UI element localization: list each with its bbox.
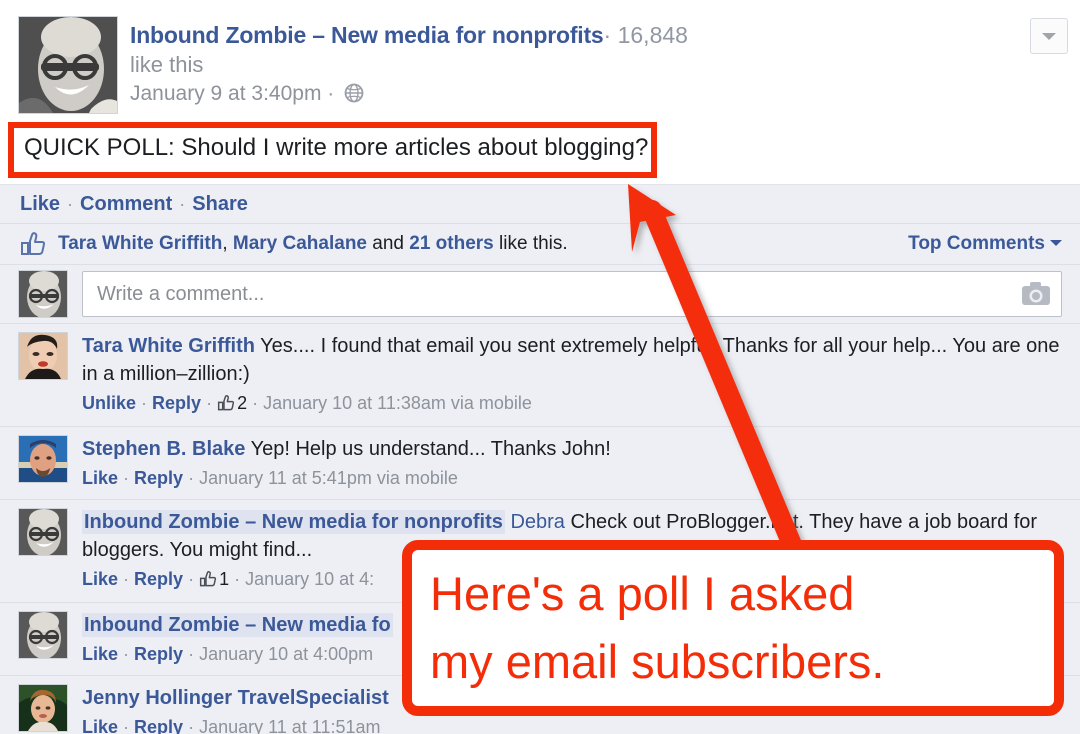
- comment-like-count: 1: [219, 569, 230, 589]
- comment-reply-button[interactable]: Reply: [134, 644, 183, 664]
- avatar[interactable]: [18, 684, 68, 732]
- comment-author-link[interactable]: Stephen B. Blake: [82, 438, 245, 460]
- callout-line-2: my email subscribers.: [430, 635, 885, 688]
- comment-like-button[interactable]: Unlike: [82, 393, 136, 413]
- comment-author-link[interactable]: Inbound Zombie – New media fo: [82, 613, 393, 637]
- comment-like-button[interactable]: Like: [82, 569, 118, 589]
- likes-suffix: like this.: [493, 233, 568, 254]
- profile-photo-image: [19, 17, 117, 113]
- avatar[interactable]: [18, 611, 68, 659]
- profile-photo-image: [19, 509, 67, 555]
- post-title-line: Inbound Zombie – New media for nonprofit…: [130, 20, 1000, 50]
- post-header: Inbound Zombie – New media for nonprofit…: [0, 0, 1080, 116]
- liker-name-2[interactable]: Mary Cahalane: [233, 233, 367, 254]
- comment-text: Tara White Griffith Yes.... I found that…: [82, 332, 1062, 388]
- comment-mention-link[interactable]: Debra: [510, 511, 564, 533]
- title-separator: ·: [603, 22, 612, 48]
- comment-body: Tara White Griffith Yes.... I found that…: [82, 332, 1062, 418]
- comment-reply-button[interactable]: Reply: [134, 717, 183, 734]
- comment-author-link[interactable]: Inbound Zombie – New media for nonprofit…: [82, 510, 505, 534]
- liker-comma: ,: [222, 233, 233, 254]
- comment-meta: Like · Reply · January 11 at 5:41pm via mobi…: [82, 468, 458, 488]
- post-options-button[interactable]: [1030, 18, 1068, 54]
- action-separator-2: ·: [179, 193, 186, 214]
- comment-reply-button[interactable]: Reply: [134, 468, 183, 488]
- comment-timestamp[interactable]: January 11 at 5:41pm via mobile: [199, 468, 458, 488]
- comment-meta: Like · Reply · January 11 at 11:51am: [82, 714, 1062, 734]
- comment-body: Stephen B. Blake Yep! Help us understand…: [82, 435, 1062, 491]
- comment-reply-button[interactable]: Reply: [134, 569, 183, 589]
- comment-item: Tara White Griffith Yes.... I found that…: [0, 323, 1080, 426]
- comment-like-count: 2: [237, 393, 248, 413]
- avatar[interactable]: [18, 332, 68, 380]
- avatar[interactable]: [18, 270, 68, 318]
- post-body-text: QUICK POLL: Should I write more articles…: [24, 134, 649, 161]
- post-timestamp-row: January 9 at 3:40pm ·: [130, 79, 1000, 112]
- page-name-link[interactable]: Inbound Zombie – New media for nonprofit…: [130, 22, 604, 48]
- comment-like-button[interactable]: Like: [82, 644, 118, 664]
- facebook-post-screenshot: Inbound Zombie – New media for nonprofit…: [0, 0, 1080, 734]
- comment-author-link[interactable]: Jenny Hollinger TravelSpecialist: [82, 687, 389, 709]
- camera-icon[interactable]: [1021, 281, 1051, 312]
- comment-author-link[interactable]: Tara White Griffith: [82, 335, 255, 357]
- post-action-bar: Like · Comment · Share: [0, 184, 1080, 223]
- comment-button[interactable]: Comment: [80, 193, 172, 216]
- comment-item: Stephen B. Blake Yep! Help us understand…: [0, 426, 1080, 499]
- top-comments-label: Top Comments: [908, 233, 1045, 254]
- likes-and: and: [367, 233, 410, 254]
- profile-photo-image: [19, 436, 67, 482]
- like-this-label: like this: [130, 52, 204, 77]
- chevron-down-icon: [1042, 33, 1056, 40]
- like-button[interactable]: Like: [20, 193, 60, 216]
- chevron-down-icon: [1050, 240, 1062, 246]
- globe-icon: [344, 82, 364, 112]
- comment-reply-button[interactable]: Reply: [152, 393, 201, 413]
- comment-like-button[interactable]: Like: [82, 717, 118, 734]
- avatar[interactable]: [18, 16, 118, 114]
- comment-timestamp[interactable]: January 10 at 4:00pm: [199, 644, 373, 664]
- like-count-number: 16,848: [617, 22, 688, 48]
- avatar[interactable]: [18, 508, 68, 556]
- profile-photo-image: [19, 333, 67, 379]
- post-header-text: Inbound Zombie – New media for nonprofit…: [130, 20, 1000, 112]
- comment-message: Yep! Help us understand... Thanks John!: [245, 438, 611, 460]
- comment-timestamp[interactable]: January 11 at 11:51am: [199, 717, 380, 734]
- post-timestamp[interactable]: January 9 at 3:40pm: [130, 82, 321, 105]
- likes-summary-row: Tara White Griffith, Mary Cahalane and 2…: [0, 223, 1080, 264]
- comment-composer: Write a comment...: [0, 264, 1080, 323]
- comment-meta: Unlike · Reply · 2 · January 10 at 11:38am via…: [82, 390, 1062, 418]
- comment-text: Stephen B. Blake Yep! Help us understand…: [82, 435, 1062, 463]
- share-button[interactable]: Share: [192, 193, 248, 216]
- post-body: QUICK POLL: Should I write more articles…: [0, 116, 1080, 184]
- comment-timestamp[interactable]: January 10 at 11:38am via mobile: [263, 393, 532, 413]
- avatar[interactable]: [18, 435, 68, 483]
- thumbs-up-icon: [199, 568, 217, 594]
- liker-name-1[interactable]: Tara White Griffith: [58, 233, 222, 254]
- likes-text: Tara White Griffith, Mary Cahalane and 2…: [58, 233, 568, 255]
- thumbs-up-icon: [20, 232, 46, 256]
- annotation-callout: Here's a poll I asked my email subscribe…: [402, 540, 1064, 716]
- comment-input-placeholder: Write a comment...: [97, 282, 265, 305]
- profile-photo-image: [19, 685, 67, 731]
- profile-photo-image: [19, 271, 67, 317]
- top-comments-selector[interactable]: Top Comments: [908, 233, 1062, 255]
- thumbs-up-icon: [217, 392, 235, 418]
- profile-photo-image: [19, 612, 67, 658]
- liker-others-link[interactable]: 21 others: [409, 233, 493, 254]
- action-separator-1: ·: [67, 193, 74, 214]
- comment-input[interactable]: Write a comment...: [82, 271, 1062, 317]
- callout-line-1: Here's a poll I asked: [430, 567, 855, 620]
- comment-timestamp[interactable]: January 10 at 4:: [245, 569, 374, 589]
- comment-like-button[interactable]: Like: [82, 468, 118, 488]
